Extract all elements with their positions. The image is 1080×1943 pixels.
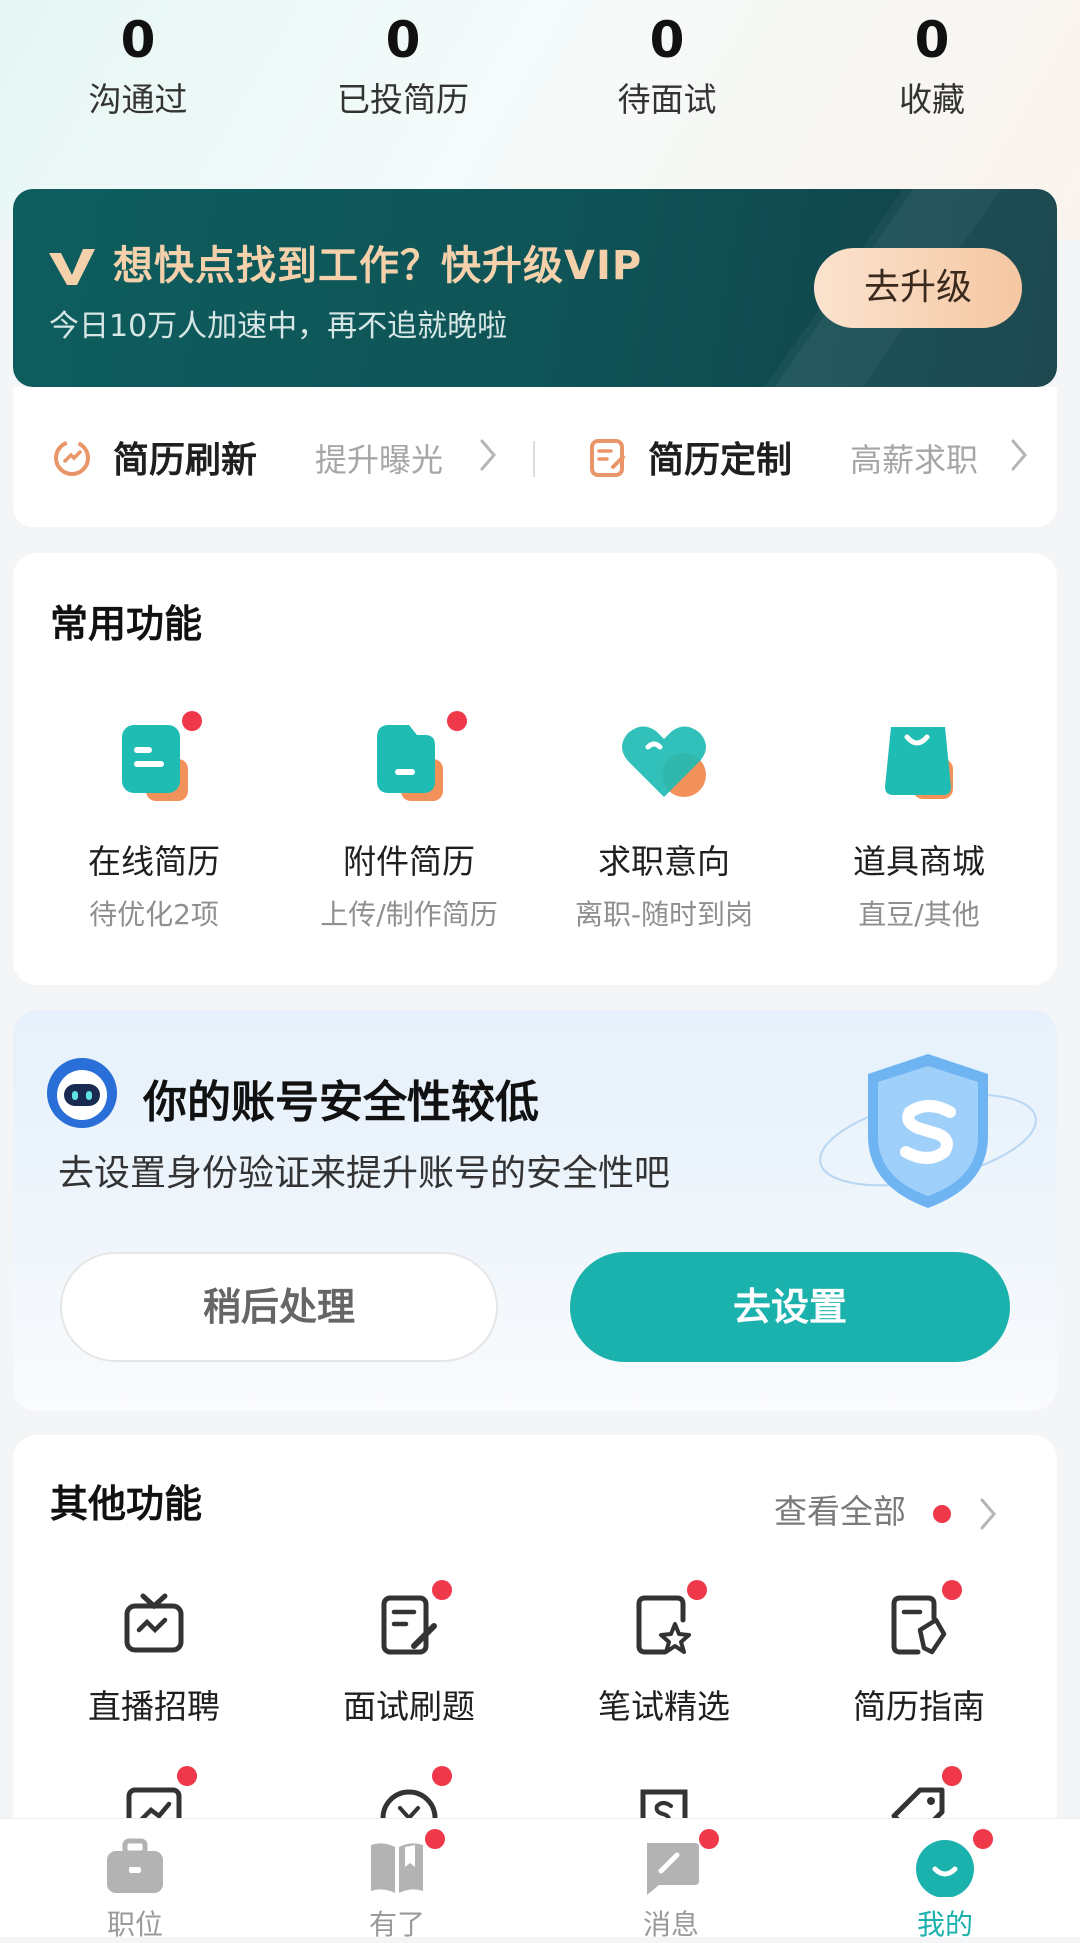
chevron-right-icon: [980, 1498, 996, 1529]
job-intent-button[interactable]: 求职意向 离职-随时到岗: [534, 713, 794, 933]
nav-label: 我的: [916, 1908, 973, 1941]
function-name: 面试刷题: [343, 1687, 475, 1726]
star-doc-icon: [629, 1580, 707, 1660]
notification-dot: [432, 1580, 452, 1600]
resume-refresh-link[interactable]: 简历刷新 提升曝光: [13, 387, 523, 527]
vip-subtitle: 今日10万人加速中，再不追就晚啦: [49, 309, 508, 344]
attachment-resume-icon: [359, 711, 467, 813]
notification-dot: [973, 1829, 993, 1849]
function-name: 笔试精选: [598, 1687, 730, 1726]
vip-title: 想快点找到工作？快升级VIP: [113, 243, 643, 289]
stat-applied[interactable]: 0 已投简历: [273, 0, 533, 124]
shopping-bag-icon: [869, 713, 969, 813]
function-name: 求职意向: [598, 842, 730, 881]
common-functions-card: 常用功能 在线简历 待优化2项 附件简历 上传/制作简历 求职意向 离职-随时到…: [13, 553, 1057, 985]
section-title: 常用功能: [50, 602, 203, 646]
go-setup-button[interactable]: 去设置: [570, 1252, 1010, 1362]
stat-label: 待面试: [617, 80, 717, 119]
resume-guide-button[interactable]: 简历指南: [789, 1580, 1049, 1728]
security-card: 你的账号安全性较低 去设置身份验证来提升账号的安全性吧 稍后处理 去设置: [13, 1010, 1057, 1411]
notification-dot: [687, 1580, 707, 1600]
upgrade-button[interactable]: 去升级: [814, 248, 1022, 328]
view-all-link[interactable]: 查看全部: [774, 1485, 997, 1533]
message-icon: [639, 1829, 719, 1897]
nav-label: 有了: [368, 1908, 425, 1941]
interview-quiz-button[interactable]: 面试刷题: [279, 1580, 539, 1728]
function-name: 附件简历: [343, 842, 475, 881]
security-title: 你的账号安全性较低: [143, 1077, 539, 1128]
live-tv-icon: [119, 1590, 189, 1660]
book-icon: [365, 1829, 445, 1897]
stat-value: 0: [385, 11, 421, 69]
stat-communicated[interactable]: 0 沟通过: [8, 0, 268, 124]
notification-dot: [942, 1766, 962, 1786]
nav-jobs[interactable]: 职位: [0, 1819, 270, 1941]
divider: [533, 441, 535, 477]
function-desc: 上传/制作简历: [320, 898, 498, 931]
refresh-icon: [54, 440, 90, 476]
stat-favorites[interactable]: 0 收藏: [802, 0, 1062, 124]
nav-messages[interactable]: 消息: [536, 1819, 806, 1941]
notification-dot: [432, 1766, 452, 1786]
resume-refresh-hint: 提升曝光: [315, 441, 444, 479]
stat-label: 沟通过: [88, 80, 188, 119]
online-resume-button[interactable]: 在线简历 待优化2项: [24, 711, 284, 933]
robot-avatar-icon: [47, 1058, 117, 1128]
notification-dot: [447, 711, 467, 731]
chevron-right-icon: [480, 439, 496, 471]
resume-custom-link[interactable]: 简历定制 高薪求职: [543, 387, 1057, 527]
function-name: 直播招聘: [88, 1687, 220, 1726]
resume-refresh-title: 简历刷新: [113, 440, 258, 481]
other-functions-card: 其他功能 查看全部 直播招聘 面试刷题 笔试精选 简历指南: [13, 1435, 1057, 1855]
stat-value: 0: [914, 11, 950, 69]
nav-label: 职位: [106, 1908, 163, 1941]
vip-logo-icon: [49, 249, 95, 285]
quiz-edit-icon: [374, 1580, 452, 1660]
notification-dot: [942, 1580, 962, 1600]
job-intent-heart-icon: [614, 713, 714, 813]
view-all-label: 查看全部: [774, 1492, 906, 1531]
nav-me[interactable]: 我的: [810, 1819, 1080, 1941]
attachment-resume-button[interactable]: 附件简历 上传/制作简历: [279, 711, 539, 933]
item-mall-button[interactable]: 道具商城 直豆/其他: [789, 713, 1049, 933]
function-name: 简历指南: [853, 1687, 985, 1726]
function-name: 道具商城: [853, 842, 985, 881]
resume-quick-actions: 简历刷新 提升曝光 简历定制 高薪求职: [13, 387, 1057, 527]
stat-interview[interactable]: 0 待面试: [537, 0, 797, 124]
notification-dot: [932, 1504, 951, 1523]
nav-label: 消息: [642, 1908, 699, 1941]
stats-row: 0 沟通过 0 已投简历 0 待面试 0 收藏: [0, 0, 1080, 160]
handle-later-button[interactable]: 稍后处理: [60, 1252, 498, 1362]
nav-youle[interactable]: 有了: [262, 1819, 532, 1941]
notification-dot: [177, 1766, 197, 1786]
bottom-navigation: 职位 有了 消息 我的: [0, 1818, 1080, 1941]
profile-smile-icon: [913, 1829, 993, 1898]
section-title: 其他功能: [50, 1482, 203, 1526]
briefcase-icon: [103, 1837, 167, 1897]
stat-value: 0: [120, 11, 156, 69]
written-test-button[interactable]: 笔试精选: [534, 1580, 794, 1728]
online-resume-icon: [104, 711, 204, 813]
notification-dot: [699, 1829, 719, 1849]
function-desc: 直豆/其他: [858, 898, 980, 931]
resume-custom-hint: 高薪求职: [850, 441, 979, 479]
notification-dot: [425, 1829, 445, 1849]
live-recruit-button[interactable]: 直播招聘: [24, 1590, 284, 1728]
chevron-right-icon: [1011, 439, 1027, 471]
guide-doc-icon: [884, 1580, 962, 1660]
vip-banner[interactable]: 想快点找到工作？快升级VIP 今日10万人加速中，再不追就晚啦 去升级: [13, 189, 1057, 387]
function-desc: 待优化2项: [89, 898, 219, 931]
function-name: 在线简历: [88, 842, 220, 881]
function-desc: 离职-随时到岗: [574, 898, 754, 931]
security-subtitle: 去设置身份验证来提升账号的安全性吧: [58, 1153, 671, 1194]
stat-label: 收藏: [899, 80, 965, 119]
stat-label: 已投简历: [337, 80, 469, 119]
notification-dot: [182, 711, 202, 731]
edit-doc-icon: [590, 439, 625, 477]
shield-icon: [819, 1054, 1037, 1208]
stat-value: 0: [649, 11, 685, 69]
resume-custom-title: 简历定制: [648, 440, 793, 481]
